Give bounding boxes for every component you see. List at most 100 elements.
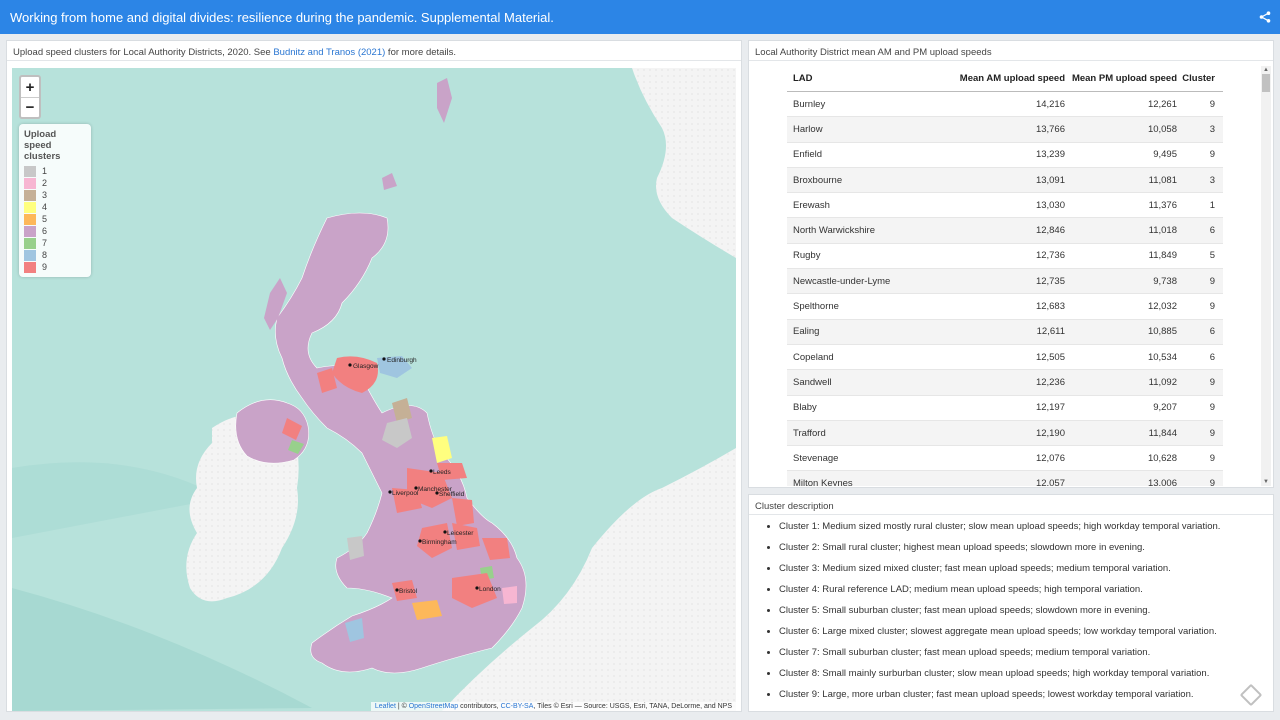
map-caption-text-end: for more details. [385,47,457,58]
table-row[interactable]: Milton Keynes 12,057 13,006 9 [787,471,1223,486]
city-label-leeds: Leeds [433,469,451,476]
city-label-leicester: Leicester [447,530,474,537]
table-row[interactable]: Burnley 14,216 12,261 9 [787,92,1223,118]
zoom-control: + − [19,75,41,119]
cell-lad: Copeland [793,351,834,363]
cell-cluster: 9 [1209,478,1215,486]
cluster-description-item: Cluster 7: Small suburban cluster; fast … [779,647,1220,668]
cell-am-speed: 13,239 [1035,149,1065,161]
legend-item-9: 9 [24,261,86,273]
scroll-down-arrow-icon[interactable]: ▼ [1261,478,1271,486]
table-row[interactable]: North Warwickshire 12,846 11,018 6 [787,218,1223,244]
cell-cluster: 9 [1209,427,1215,439]
cell-cluster: 9 [1209,452,1215,464]
legend-swatch [24,225,36,237]
cluster-description-item: Cluster 8: Small mainly surburban cluste… [779,668,1220,689]
table-scrollbar[interactable]: ▲ ▼ [1261,66,1271,486]
table-row[interactable]: Spelthorne 12,683 12,032 9 [787,294,1223,320]
attribution-tiles: , Tiles © Esri — Source: USGS, Esri, TAN… [533,703,732,710]
edinburgh-marker [382,357,386,361]
osm-link[interactable]: OpenStreetMap [409,703,458,710]
cell-cluster: 6 [1209,225,1215,237]
cell-lad: North Warwickshire [793,225,875,237]
cell-lad: Ealing [793,326,820,338]
cell-lad: Spelthorne [793,301,839,313]
map-card: Upload speed clusters for Local Authorit… [6,40,742,712]
table-row[interactable]: Stevenage 12,076 10,628 9 [787,446,1223,472]
cell-cluster: 9 [1209,402,1215,414]
legend-label: 8 [42,250,48,260]
map-caption: Upload speed clusters for Local Authorit… [7,41,741,61]
cell-cluster: 6 [1209,351,1215,363]
scrollbar-thumb[interactable] [1262,74,1270,92]
legend-title: Upload speed clusters [24,129,61,162]
city-label-bristol: Bristol [399,588,418,595]
tag-icon[interactable] [1239,683,1263,707]
city-label-liverpool: Liverpool [392,490,419,497]
city-label-london: London [479,586,501,593]
city-label-sheffield: Sheffield [439,491,465,498]
table-row[interactable]: Newcastle-under-Lyme 12,735 9,738 9 [787,269,1223,295]
map-canvas[interactable]: Glasgow Edinburgh Leeds Liverpool Manche… [12,68,736,711]
legend-swatch [24,249,36,261]
cluster-description-item: Cluster 1: Medium sized mostly rural clu… [779,521,1220,542]
cell-am-speed: 12,076 [1035,452,1065,464]
city-label-birmingham: Birmingham [422,539,457,546]
table-row[interactable]: Ealing 12,611 10,885 6 [787,319,1223,345]
column-header-lad[interactable]: LAD [787,73,937,84]
cell-cluster: 9 [1209,98,1215,110]
cell-am-speed: 12,846 [1035,225,1065,237]
leaflet-link[interactable]: Leaflet [375,703,396,710]
cluster-description-item: Cluster 6: Large mixed cluster; slowest … [779,626,1220,647]
zoom-in-button[interactable]: + [21,77,39,97]
description-card: Cluster description Cluster 1: Medium si… [748,494,1274,712]
cell-pm-speed: 12,261 [1147,98,1177,110]
cluster-description-item: Cluster 4: Rural reference LAD; medium m… [779,584,1220,605]
cell-pm-speed: 11,844 [1148,427,1177,439]
map-caption-text: Upload speed clusters for Local Authorit… [13,47,274,58]
legend-swatch [24,189,36,201]
cell-cluster: 3 [1209,174,1215,186]
table-row[interactable]: Enfield 13,239 9,495 9 [787,143,1223,168]
table-row[interactable]: Rugby 12,736 11,849 5 [787,244,1223,270]
column-header-am[interactable]: Mean AM upload speed [937,73,1065,84]
cell-pm-speed: 11,092 [1148,376,1177,388]
column-header-cluster[interactable]: Cluster [1177,73,1223,84]
scroll-up-arrow-icon[interactable]: ▲ [1261,66,1271,74]
table-row[interactable]: Erewash 13,030 11,376 1 [787,193,1223,219]
cluster-description-list: Cluster 1: Medium sized mostly rural clu… [779,521,1220,710]
share-icon[interactable] [1250,0,1280,34]
cell-pm-speed: 10,628 [1147,452,1177,464]
cell-pm-speed: 9,738 [1153,275,1177,287]
cell-pm-speed: 9,495 [1153,149,1177,161]
table-row[interactable]: Copeland 12,505 10,534 6 [787,345,1223,371]
cell-am-speed: 13,091 [1035,174,1065,186]
table-row[interactable]: Trafford 12,190 11,844 9 [787,420,1223,447]
budnitz-tranos-link[interactable]: Budnitz and Tranos (2021) [273,47,385,58]
cell-am-speed: 12,236 [1035,376,1065,388]
cell-am-speed: 12,683 [1035,301,1065,313]
description-caption: Cluster description [749,495,1273,515]
cc-by-sa-link[interactable]: CC-BY-SA [501,703,534,710]
cell-am-speed: 12,736 [1035,250,1065,262]
table-row[interactable]: Sandwell 12,236 11,092 9 [787,370,1223,396]
table-scroll-area[interactable]: LAD Mean AM upload speed Mean PM upload … [749,66,1249,486]
table-row[interactable]: Blaby 12,197 9,207 9 [787,396,1223,421]
cell-cluster: 9 [1209,376,1215,388]
cell-lad: Newcastle-under-Lyme [793,275,891,287]
attribution-sep: | © [395,703,409,710]
legend-label: 7 [42,238,48,248]
table-caption: Local Authority District mean AM and PM … [749,41,1273,61]
cell-am-speed: 13,030 [1035,199,1065,211]
cell-pm-speed: 11,081 [1148,174,1177,186]
cell-cluster: 9 [1209,301,1215,313]
page-title: Working from home and digital divides: r… [10,9,554,25]
cluster-description-item: Cluster 2: Small rural cluster; highest … [779,542,1220,563]
legend-label: 4 [42,202,48,212]
cell-lad: Enfield [793,149,823,161]
table-row[interactable]: Broxbourne 13,091 11,081 3 [787,167,1223,194]
table-row[interactable]: Harlow 13,766 10,058 3 [787,117,1223,143]
leaflet-map[interactable]: Glasgow Edinburgh Leeds Liverpool Manche… [12,68,736,711]
zoom-out-button[interactable]: − [21,97,39,117]
column-header-pm[interactable]: Mean PM upload speed [1065,73,1177,84]
